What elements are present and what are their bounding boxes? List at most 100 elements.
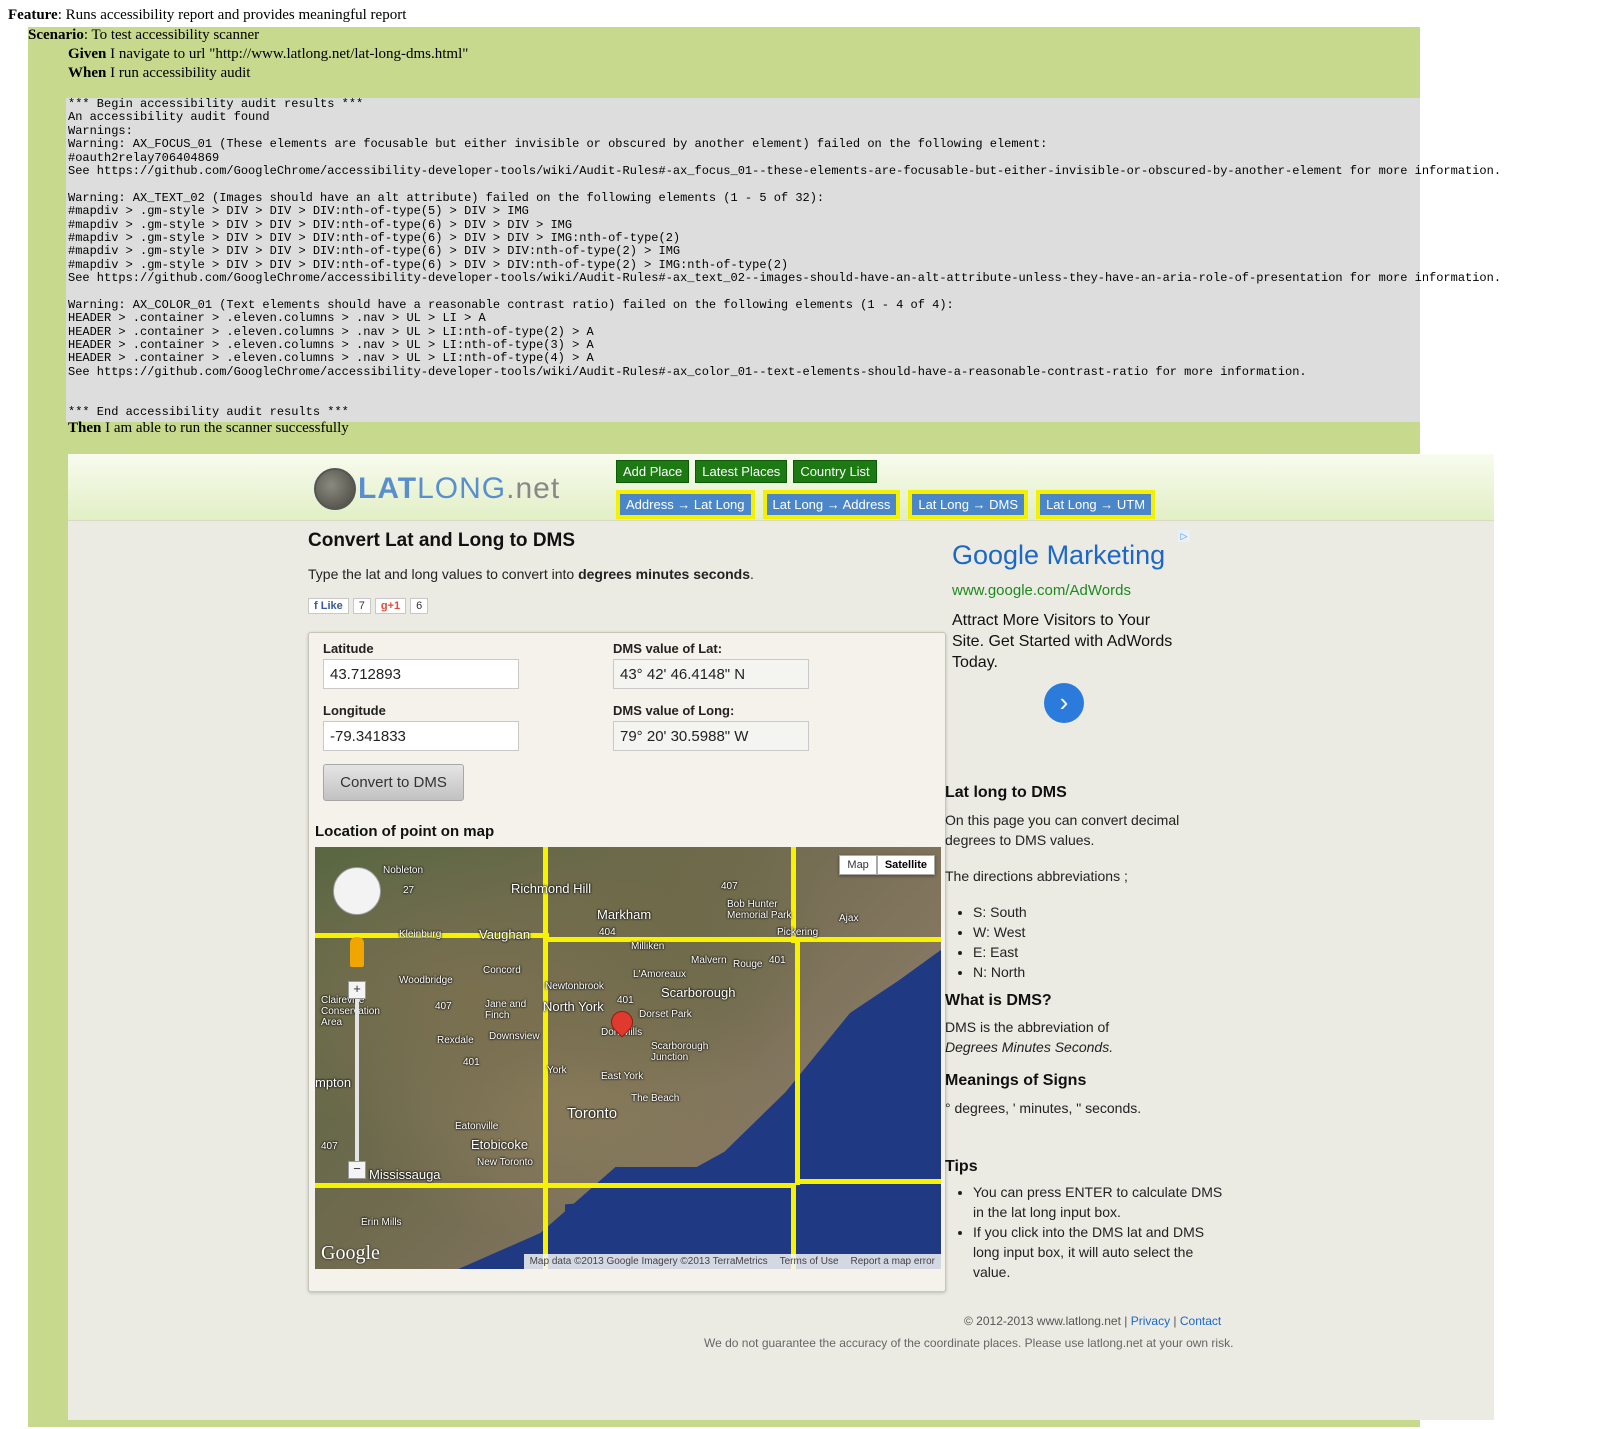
step-keyword: Then xyxy=(68,420,102,436)
copyright-text: © 2012-2013 www.latlong.net | xyxy=(964,1314,1131,1328)
map-place-label: York xyxy=(547,1065,567,1076)
scenario-line: Scenario: To test accessibility scanner xyxy=(28,27,259,44)
dms-long-input[interactable]: 79° 20' 30.5988" W xyxy=(613,721,809,751)
nav-latlong-to-utm[interactable]: Lat Long → UTM xyxy=(1036,490,1156,519)
site-header: LATLONG.net Add Place Latest Places Coun… xyxy=(68,454,1494,521)
ad-body: Attract More Visitors to Your Site. Get … xyxy=(952,612,1173,671)
nav-latest-places[interactable]: Latest Places xyxy=(695,460,788,483)
step-text: I am able to run the scanner successfull… xyxy=(101,420,349,436)
sidebar-heading: Lat long to DMS xyxy=(945,784,1067,801)
map-place-label: The Beach xyxy=(631,1093,680,1104)
chevron-right-icon[interactable]: › xyxy=(1044,683,1084,723)
latitude-input[interactable]: 43.712893 xyxy=(323,659,519,689)
map-pan-control[interactable] xyxy=(333,867,381,915)
map-place-label: Downsview xyxy=(489,1031,540,1042)
terms-of-use-link[interactable]: Terms of Use xyxy=(780,1256,839,1267)
subtitle-text: Type the lat and long values to convert … xyxy=(308,566,579,582)
nav-converters: Address → Lat Long Lat Long → Address La… xyxy=(616,490,1156,519)
route-shield: 401 xyxy=(769,955,786,966)
logo-lat: LAT xyxy=(358,472,418,505)
ad-panel[interactable]: ▷ Google Marketing www.google.com/AdWord… xyxy=(952,530,1202,770)
dms-lat-input[interactable]: 43° 42' 46.4148" N xyxy=(613,659,809,689)
step-text: I run accessibility audit xyxy=(106,65,251,81)
nav-country-list[interactable]: Country List xyxy=(793,460,877,483)
map-place-label: Pickering xyxy=(777,927,819,938)
map-place-label: Kleinburg xyxy=(399,929,442,940)
report-map-error-link[interactable]: Report a map error xyxy=(851,1256,935,1267)
logo-text: LATLONG.net xyxy=(358,472,560,506)
adchoices-icon[interactable]: ▷ xyxy=(1178,530,1190,542)
audit-line: HEADER > .container > .eleven.columns > … xyxy=(68,338,594,353)
map-place-label: Scarborough xyxy=(661,985,736,1000)
directions-list: S: South W: West E: East N: North xyxy=(945,902,1027,982)
sidebar-text: DMS is the abbreviation of Degrees Minut… xyxy=(945,1017,1145,1057)
tile-border xyxy=(795,941,800,1185)
map-place-label: Rouge xyxy=(733,959,763,970)
zoom-out-button[interactable]: − xyxy=(348,1161,366,1179)
footer-separator: | xyxy=(1170,1314,1180,1328)
list-item: You can press ENTER to calculate DMS in … xyxy=(973,1182,1233,1222)
tile-border xyxy=(315,1183,795,1188)
sidebar-heading: What is DMS? xyxy=(945,992,1052,1009)
converter-panel: Latitude 43.712893 DMS value of Lat: 43°… xyxy=(308,632,946,1292)
map-type-satellite-button[interactable]: Satellite xyxy=(876,855,935,875)
disclaimer: We do not guarantee the accuracy of the … xyxy=(704,1336,1234,1350)
step-given: Given I navigate to url "http://www.latl… xyxy=(68,46,468,63)
satellite-map[interactable]: Nobleton Richmond Hill Markham Bob Hunte… xyxy=(315,847,941,1269)
map-place-label: Richmond Hill xyxy=(511,881,592,896)
list-item: E: East xyxy=(973,942,1027,962)
site-logo[interactable]: LATLONG.net xyxy=(314,468,560,510)
nav-primary: Add Place Latest Places Country List xyxy=(616,460,877,483)
dms-definition-em: Degrees Minutes Seconds. xyxy=(945,1039,1114,1055)
audit-line: *** Begin accessibility audit results **… xyxy=(68,97,364,111)
audit-line: See https://github.com/GoogleChrome/acce… xyxy=(68,163,1502,178)
gplus-label: +1 xyxy=(387,600,401,612)
step-then: Then I am able to run the scanner succes… xyxy=(68,420,349,437)
step-keyword: Given xyxy=(68,46,107,62)
sidebar-heading: Tips xyxy=(945,1158,978,1175)
facebook-like-button[interactable]: f Like xyxy=(308,598,349,614)
audit-line: #oauth2relay706404869 xyxy=(68,150,220,165)
map-place-label: East York xyxy=(601,1071,644,1082)
contact-link[interactable]: Contact xyxy=(1180,1314,1221,1328)
ad-title[interactable]: Google Marketing xyxy=(952,540,1165,571)
map-place-label: Dorset Park xyxy=(639,1009,692,1020)
sidebar-text: The directions abbreviations ; xyxy=(945,868,1128,884)
zoom-in-button[interactable]: + xyxy=(348,981,366,999)
privacy-link[interactable]: Privacy xyxy=(1131,1314,1170,1328)
dms-definition: DMS is the abbreviation of xyxy=(945,1019,1110,1035)
nav-address-to-latlong[interactable]: Address → Lat Long xyxy=(616,490,755,519)
audit-line: Warning: AX_FOCUS_01 (These elements are… xyxy=(68,137,1048,152)
audit-line: *** End accessibility audit results *** xyxy=(68,404,349,419)
zoom-slider[interactable] xyxy=(355,987,359,1173)
ad-url[interactable]: www.google.com/AdWords xyxy=(952,582,1131,599)
nav-latlong-to-dms[interactable]: Lat Long → DMS xyxy=(908,490,1029,519)
nav-latlong-to-address[interactable]: Lat Long → Address xyxy=(762,490,901,519)
map-place-label: Rexdale xyxy=(437,1035,474,1046)
logo-net: .net xyxy=(506,472,561,505)
sidebar-text: On this page you can convert decimal deg… xyxy=(945,812,1180,848)
fb-like-count: 7 xyxy=(352,598,371,614)
dms-lat-label: DMS value of Lat: xyxy=(613,641,723,656)
audit-line xyxy=(68,285,1420,298)
nav-add-place[interactable]: Add Place xyxy=(616,460,690,483)
list-item: If you click into the DMS lat and DMS lo… xyxy=(973,1222,1233,1282)
longitude-label: Longitude xyxy=(323,703,386,718)
audit-line xyxy=(68,379,1420,392)
audit-line: #mapdiv > .gm-style > DIV > DIV > DIV:nt… xyxy=(68,244,681,259)
scenario-text: : To test accessibility scanner xyxy=(83,27,260,43)
map-type-map-button[interactable]: Map xyxy=(839,855,877,875)
map-place-label: Ajax xyxy=(839,913,859,924)
audit-line: HEADER > .container > .eleven.columns > … xyxy=(68,311,486,326)
google-plus-button[interactable]: g+1 xyxy=(374,598,407,614)
street-view-pegman-icon[interactable] xyxy=(350,937,364,967)
audit-output: *** Begin accessibility audit results **… xyxy=(66,97,1502,419)
convert-button[interactable]: Convert to DMS xyxy=(323,764,464,801)
gplus-count: 6 xyxy=(410,598,429,614)
longitude-input[interactable]: -79.341833 xyxy=(323,721,519,751)
list-item: N: North xyxy=(973,962,1027,982)
map-place-label: Toronto xyxy=(567,1105,618,1122)
map-data-credit: Map data ©2013 Google Imagery ©2013 Terr… xyxy=(529,1256,768,1267)
route-shield: 407 xyxy=(721,881,738,892)
map-place-label: Eatonville xyxy=(455,1121,499,1132)
